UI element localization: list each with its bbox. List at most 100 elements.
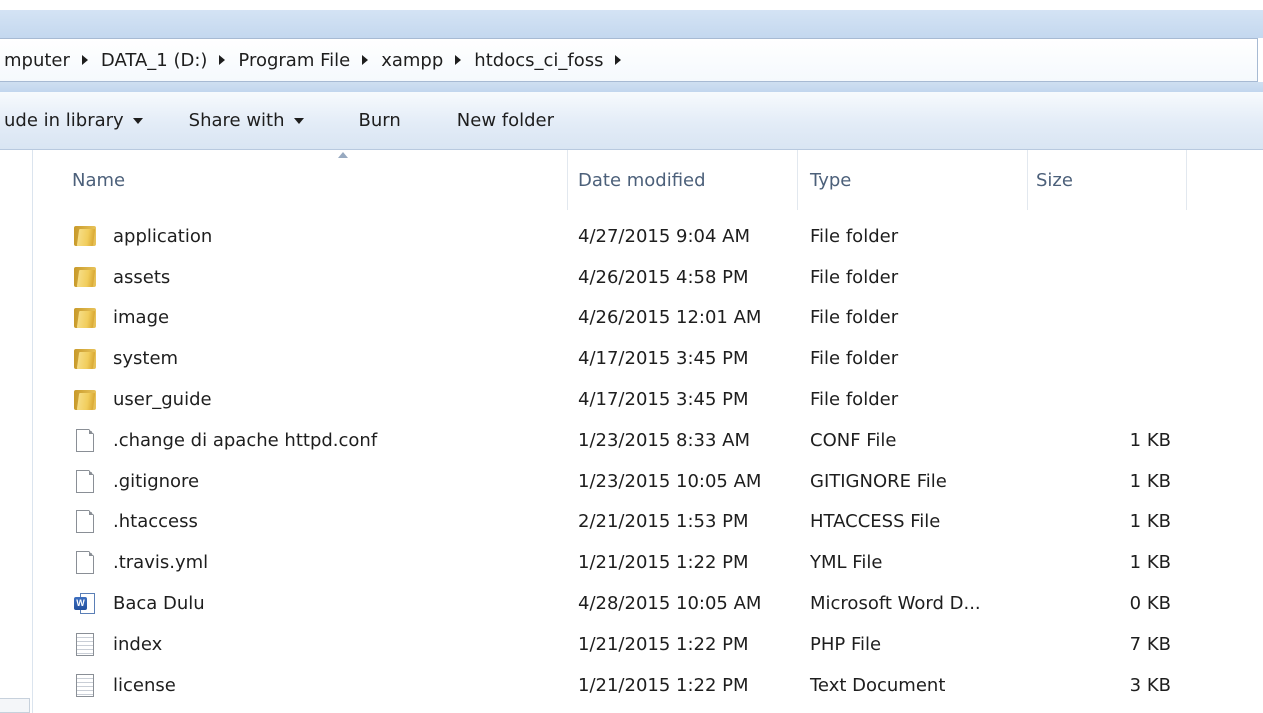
command-bar: ude in library Share with Burn New folde… xyxy=(0,92,1263,150)
title-bar xyxy=(0,10,1263,38)
file-size xyxy=(1036,216,1171,257)
file-row[interactable]: application 4/27/2015 9:04 AM File folde… xyxy=(33,216,1263,257)
folder-icon xyxy=(73,379,97,420)
address-bar[interactable]: mputer DATA_1 (D:) Program File xampp ht… xyxy=(0,38,1258,82)
file-date: 4/26/2015 12:01 AM xyxy=(578,307,762,329)
column-header-row: Name Date modified Type Size xyxy=(33,150,1263,210)
file-name: Baca Dulu xyxy=(113,593,205,615)
text-file-icon xyxy=(73,665,97,706)
file-size: 1 KB xyxy=(1129,470,1171,492)
file-row[interactable]: W Baca Dulu 4/28/2015 10:05 AM Microsoft… xyxy=(33,583,1263,624)
file-name: user_guide xyxy=(113,389,212,411)
column-header-name[interactable]: Name xyxy=(66,150,568,210)
file-type: File folder xyxy=(810,307,899,329)
column-header-type[interactable]: Type xyxy=(804,150,1028,210)
file-type: PHP File xyxy=(810,633,882,655)
file-date: 4/28/2015 10:05 AM xyxy=(578,593,762,615)
file-name: .htaccess xyxy=(113,511,198,533)
breadcrumb-arrow-icon[interactable] xyxy=(455,55,462,65)
file-date: 1/23/2015 10:05 AM xyxy=(578,470,762,492)
sort-ascending-icon xyxy=(338,152,348,158)
file-type: GITIGNORE File xyxy=(810,470,947,492)
file-row[interactable]: index 1/21/2015 1:22 PM PHP File 7 KB xyxy=(33,624,1263,665)
file-name: image xyxy=(113,307,170,329)
file-row[interactable]: user_guide 4/17/2015 3:45 PM File folder xyxy=(33,379,1263,420)
breadcrumb-arrow-icon[interactable] xyxy=(362,55,369,65)
folder-icon xyxy=(73,298,97,339)
file-size xyxy=(1036,379,1171,420)
file-icon xyxy=(73,502,97,543)
file-date: 4/26/2015 4:58 PM xyxy=(578,266,749,288)
file-size xyxy=(1036,338,1171,379)
file-row[interactable]: .travis.yml 1/21/2015 1:22 PM YML File 1… xyxy=(33,542,1263,583)
file-type: CONF File xyxy=(810,429,897,451)
file-row[interactable]: .change di apache httpd.conf 1/23/2015 8… xyxy=(33,420,1263,461)
column-header-size[interactable]: Size xyxy=(1030,150,1187,210)
file-name: .change di apache httpd.conf xyxy=(113,429,378,451)
file-name: application xyxy=(113,225,213,247)
file-size: 7 KB xyxy=(1129,633,1171,655)
file-type: File folder xyxy=(810,348,899,370)
file-size: 0 KB xyxy=(1129,593,1171,615)
chevron-down-icon xyxy=(132,117,143,124)
column-header-type-label: Type xyxy=(810,169,852,191)
column-header-date[interactable]: Date modified xyxy=(572,150,798,210)
navigation-pane-scrollbar[interactable] xyxy=(0,698,30,713)
window-top-edge xyxy=(0,0,1263,10)
breadcrumb-drive[interactable]: DATA_1 (D:) xyxy=(101,50,208,71)
file-icon xyxy=(73,420,97,461)
file-name: system xyxy=(113,348,179,370)
file-name: license xyxy=(113,674,176,696)
navigation-pane[interactable] xyxy=(0,150,33,713)
file-type: YML File xyxy=(810,552,883,574)
file-date: 4/17/2015 3:45 PM xyxy=(578,348,749,370)
breadcrumb-computer[interactable]: mputer xyxy=(4,50,70,71)
file-type: File folder xyxy=(810,225,899,247)
breadcrumb-arrow-icon[interactable] xyxy=(615,55,622,65)
include-in-library-button[interactable]: ude in library xyxy=(4,110,143,131)
column-header-date-label: Date modified xyxy=(578,169,706,191)
column-header-size-label: Size xyxy=(1036,169,1073,191)
file-date: 2/21/2015 1:53 PM xyxy=(578,511,749,533)
file-type: File folder xyxy=(810,389,899,411)
file-size: 3 KB xyxy=(1129,674,1171,696)
burn-button[interactable]: Burn xyxy=(359,110,401,131)
file-icon xyxy=(73,461,97,502)
file-date: 4/17/2015 3:45 PM xyxy=(578,389,749,411)
breadcrumb-htdocs[interactable]: htdocs_ci_foss xyxy=(474,50,603,71)
breadcrumb-xampp[interactable]: xampp xyxy=(381,50,443,71)
share-with-label: Share with xyxy=(188,110,285,131)
file-date: 1/23/2015 8:33 AM xyxy=(578,429,751,451)
file-row[interactable]: image 4/26/2015 12:01 AM File folder xyxy=(33,298,1263,339)
chevron-down-icon xyxy=(293,117,304,124)
folder-icon xyxy=(73,338,97,379)
breadcrumb-program-file[interactable]: Program File xyxy=(238,50,350,71)
file-row[interactable]: system 4/17/2015 3:45 PM File folder xyxy=(33,338,1263,379)
file-row[interactable]: .gitignore 1/23/2015 10:05 AM GITIGNORE … xyxy=(33,461,1263,502)
file-type: HTACCESS File xyxy=(810,511,941,533)
file-icon xyxy=(73,542,97,583)
file-date: 1/21/2015 1:22 PM xyxy=(578,633,749,655)
new-folder-button[interactable]: New folder xyxy=(457,110,554,131)
file-row[interactable]: assets 4/26/2015 4:58 PM File folder xyxy=(33,257,1263,298)
file-size xyxy=(1036,298,1171,339)
folder-icon xyxy=(73,257,97,298)
breadcrumb-arrow-icon[interactable] xyxy=(81,55,88,65)
file-date: 1/21/2015 1:22 PM xyxy=(578,674,749,696)
share-with-button[interactable]: Share with xyxy=(189,110,304,131)
file-name: assets xyxy=(113,266,171,288)
include-in-library-label: ude in library xyxy=(4,110,124,131)
breadcrumb-arrow-icon[interactable] xyxy=(219,55,226,65)
file-size: 1 KB xyxy=(1129,511,1171,533)
file-date: 1/21/2015 1:22 PM xyxy=(578,552,749,574)
file-name: index xyxy=(113,633,163,655)
explorer-window: mputer DATA_1 (D:) Program File xampp ht… xyxy=(0,0,1263,713)
file-row[interactable]: .htaccess 2/21/2015 1:53 PM HTACCESS Fil… xyxy=(33,502,1263,543)
file-size: 1 KB xyxy=(1129,552,1171,574)
file-date: 4/27/2015 9:04 AM xyxy=(578,225,751,247)
folder-icon xyxy=(73,216,97,257)
file-type: Microsoft Word D... xyxy=(810,593,981,615)
file-name: .travis.yml xyxy=(113,552,209,574)
word-document-icon: W xyxy=(73,583,97,624)
file-row[interactable]: license 1/21/2015 1:22 PM Text Document … xyxy=(33,665,1263,706)
